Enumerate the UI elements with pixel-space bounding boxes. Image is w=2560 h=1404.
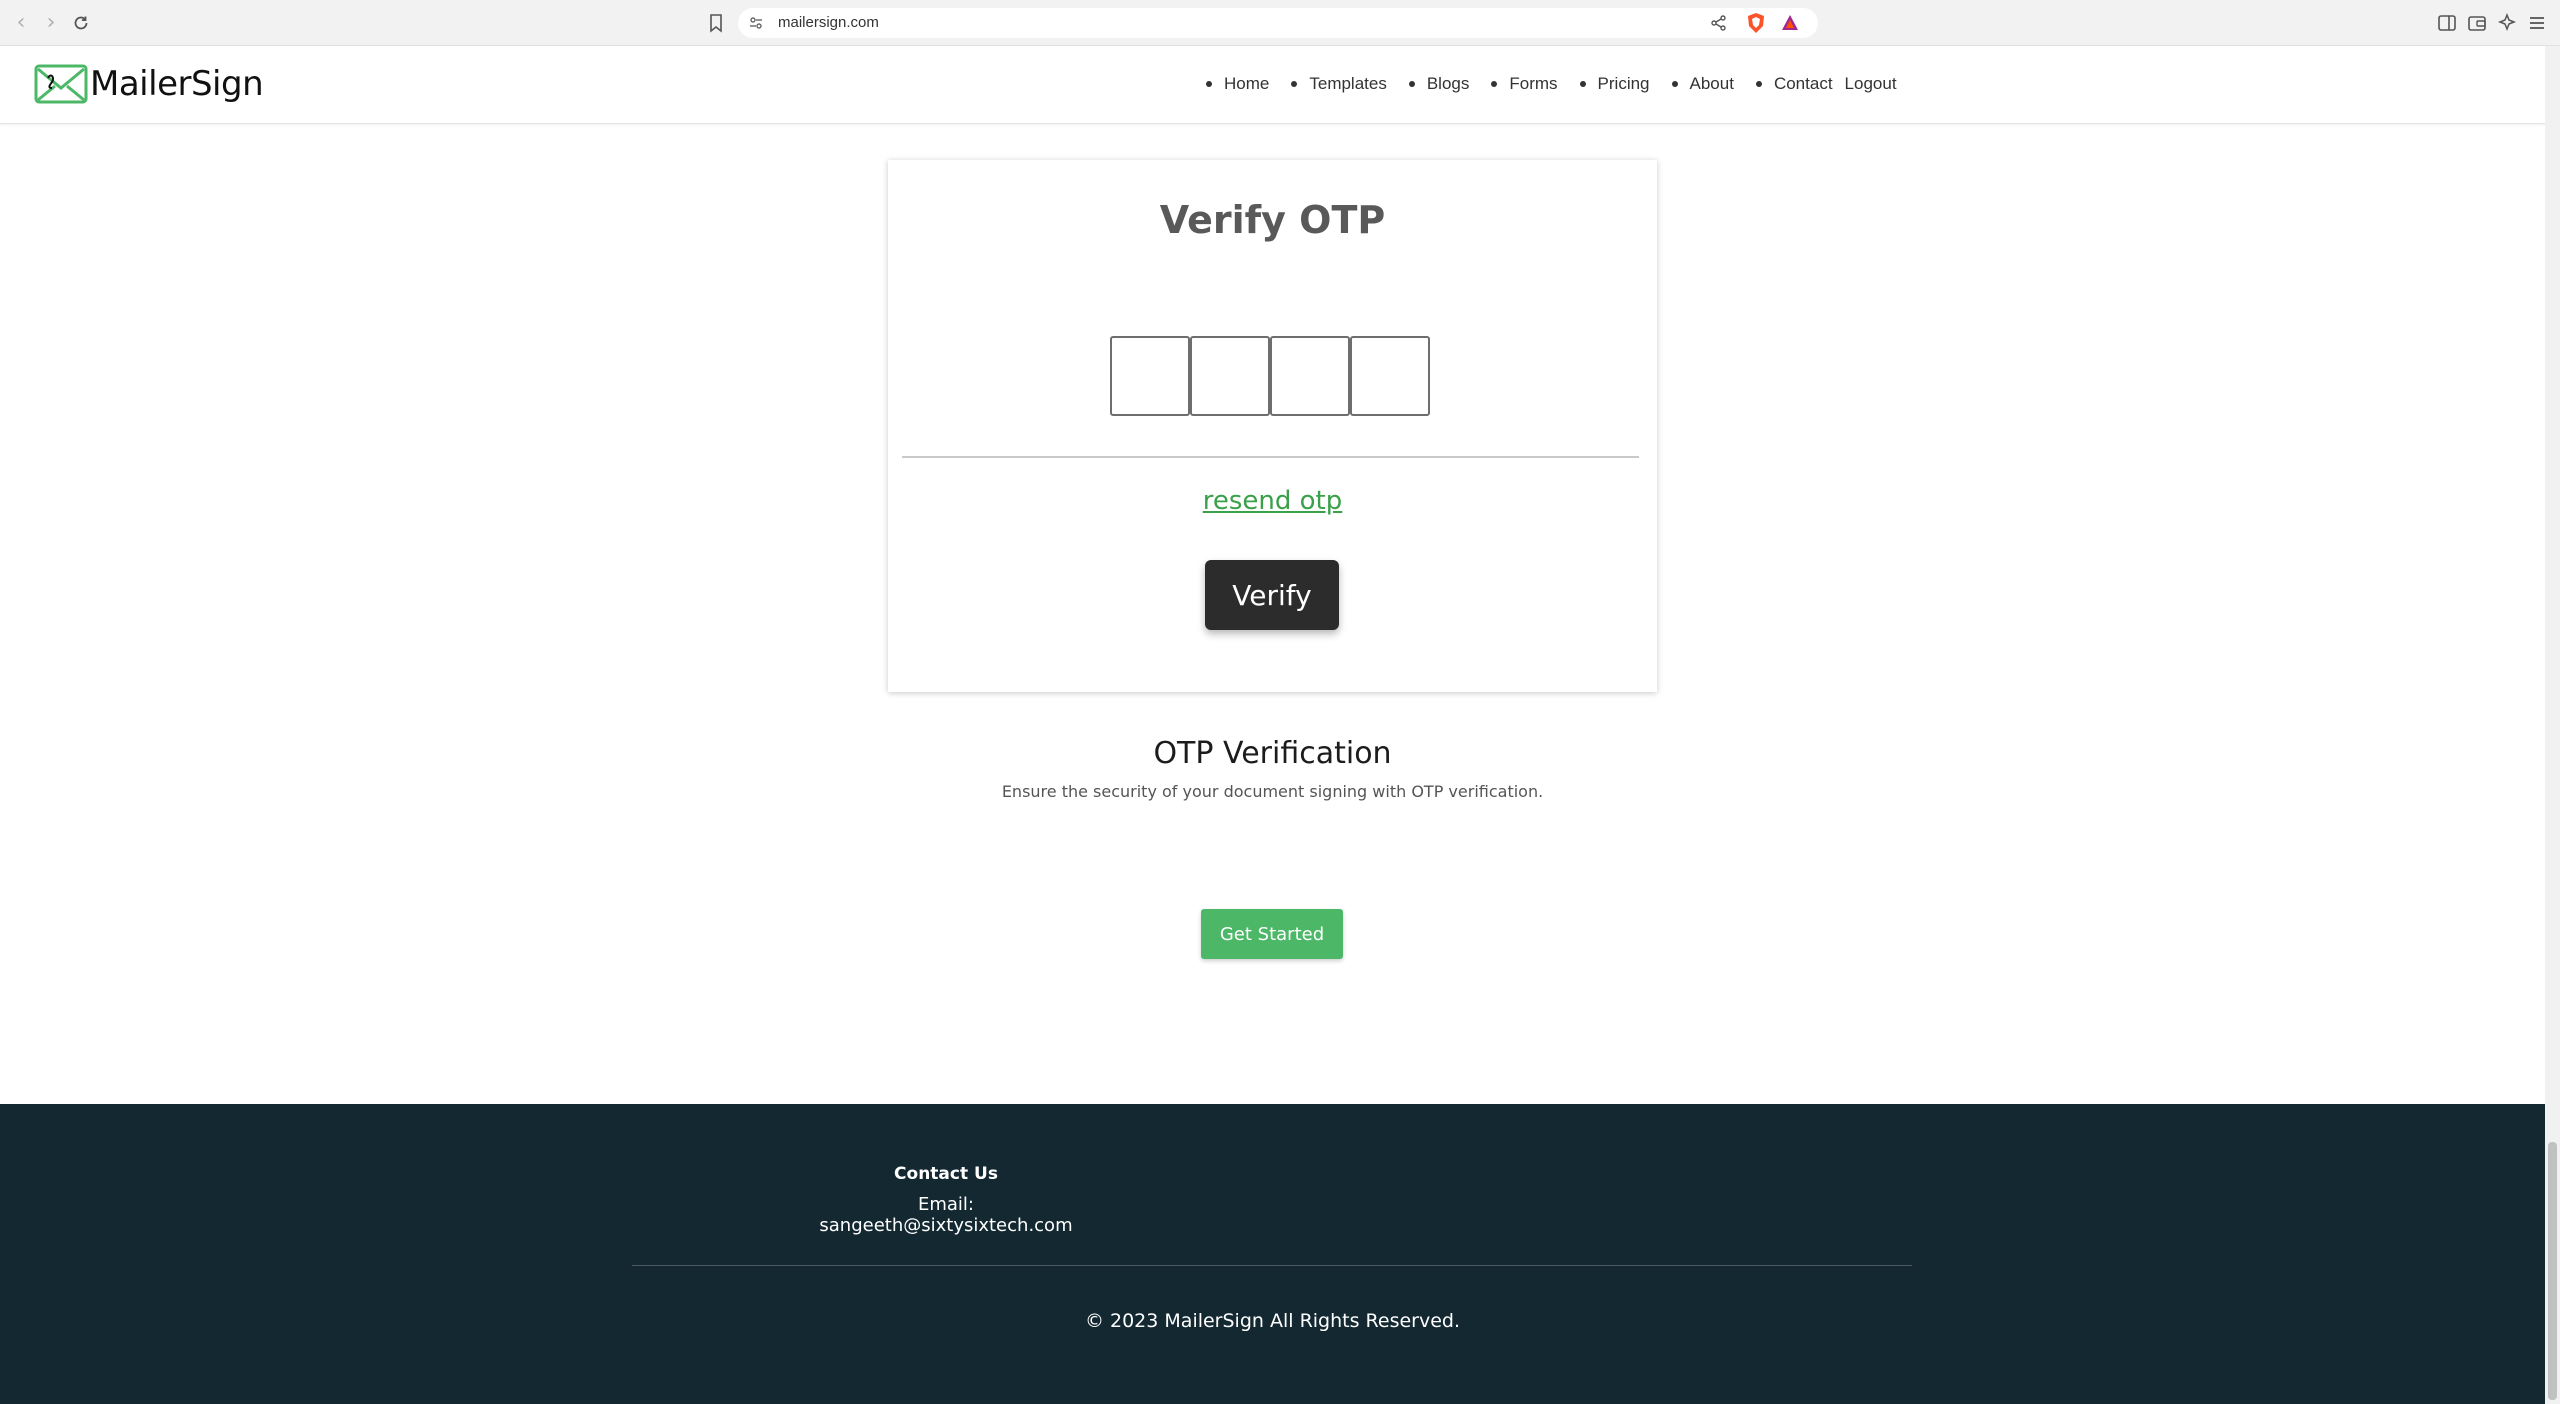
otp-input-group [1110, 336, 1430, 416]
brave-shield-icon[interactable] [1746, 12, 1766, 34]
envelope-logo-icon [34, 64, 88, 104]
logo[interactable]: MailerSign [34, 64, 264, 104]
section-description: Ensure the security of your document sig… [1001, 782, 1544, 801]
nav-blogs[interactable]: Blogs [1399, 74, 1470, 94]
nav-contact[interactable]: Contact [1746, 74, 1833, 94]
sidebar-toggle-icon[interactable] [2436, 12, 2458, 34]
otp-title: Verify OTP [1159, 198, 1386, 242]
forward-icon[interactable]: › [38, 10, 64, 36]
bookmark-icon[interactable] [706, 12, 726, 34]
nav-logout[interactable]: Logout [1845, 74, 1897, 94]
nav-label[interactable]: Templates [1309, 74, 1386, 94]
nav-bullet [1579, 81, 1586, 87]
otp-digit-2[interactable] [1190, 336, 1270, 416]
site-header: MailerSign Home Templates Blogs Forms Pr… [0, 46, 2545, 124]
nav-bullet [1206, 81, 1212, 87]
otp-digit-3[interactable] [1270, 336, 1350, 416]
footer-contact-heading: Contact Us [894, 1164, 998, 1184]
footer-contact: Contact Us Email: sangeeth@sixtysixtech.… [800, 1164, 1092, 1236]
scrollbar-thumb[interactable] [2548, 1142, 2557, 1400]
nav-label[interactable]: Forms [1509, 74, 1557, 94]
nav-bullet [1491, 81, 1498, 87]
site-settings-icon[interactable] [748, 15, 764, 31]
browser-toolbar: ‹ › mailersign.com [0, 0, 2560, 46]
nav-forms[interactable]: Forms [1481, 74, 1558, 94]
otp-card: Verify OTP resend otp Verify [888, 160, 1657, 692]
resend-otp-link[interactable]: resend otp [888, 486, 1657, 516]
otp-digit-4[interactable] [1350, 336, 1430, 416]
nav-pricing[interactable]: Pricing [1570, 74, 1650, 94]
footer-email[interactable]: Email: sangeeth@sixtysixtech.com [800, 1194, 1092, 1236]
nav-templates[interactable]: Templates [1281, 74, 1387, 94]
nav-label[interactable]: About [1690, 74, 1734, 94]
get-started-button[interactable]: Get Started [1201, 909, 1343, 959]
menu-icon[interactable] [2526, 12, 2548, 34]
nav-about[interactable]: About [1662, 74, 1734, 94]
reload-icon[interactable] [68, 10, 94, 36]
wallet-icon[interactable] [2466, 12, 2488, 34]
nav-home[interactable]: Home [1196, 74, 1269, 94]
nav-label[interactable]: Logout [1845, 74, 1897, 94]
main-nav: Home Templates Blogs Forms Pricing About… [1196, 74, 1909, 94]
footer-copyright: © 2023 MailerSign All Rights Reserved. [1084, 1310, 1461, 1332]
nav-bullet [1291, 81, 1298, 87]
nav-bullet [1755, 81, 1762, 87]
footer-divider [632, 1265, 1912, 1266]
logo-text: MailerSign [90, 64, 264, 104]
nav-label[interactable]: Pricing [1598, 74, 1650, 94]
site-footer: Contact Us Email: sangeeth@sixtysixtech.… [0, 1104, 2545, 1404]
nav-label[interactable]: Contact [1774, 74, 1833, 94]
share-icon[interactable] [1710, 14, 1728, 32]
otp-digit-1[interactable] [1110, 336, 1190, 416]
nav-bullet [1671, 81, 1678, 87]
nav-bullet [1408, 81, 1415, 87]
nav-label[interactable]: Blogs [1427, 74, 1470, 94]
url-text[interactable]: mailersign.com [778, 14, 879, 31]
leo-ai-icon[interactable] [2496, 12, 2518, 34]
section-heading: OTP Verification [1153, 736, 1392, 771]
brave-rewards-icon[interactable] [1780, 13, 1800, 33]
otp-divider [902, 456, 1639, 458]
address-bar[interactable]: mailersign.com [738, 8, 1818, 38]
page-scrollbar[interactable] [2545, 46, 2560, 1404]
back-icon[interactable]: ‹ [8, 10, 34, 36]
nav-label[interactable]: Home [1224, 74, 1269, 94]
verify-button[interactable]: Verify [1205, 560, 1339, 630]
